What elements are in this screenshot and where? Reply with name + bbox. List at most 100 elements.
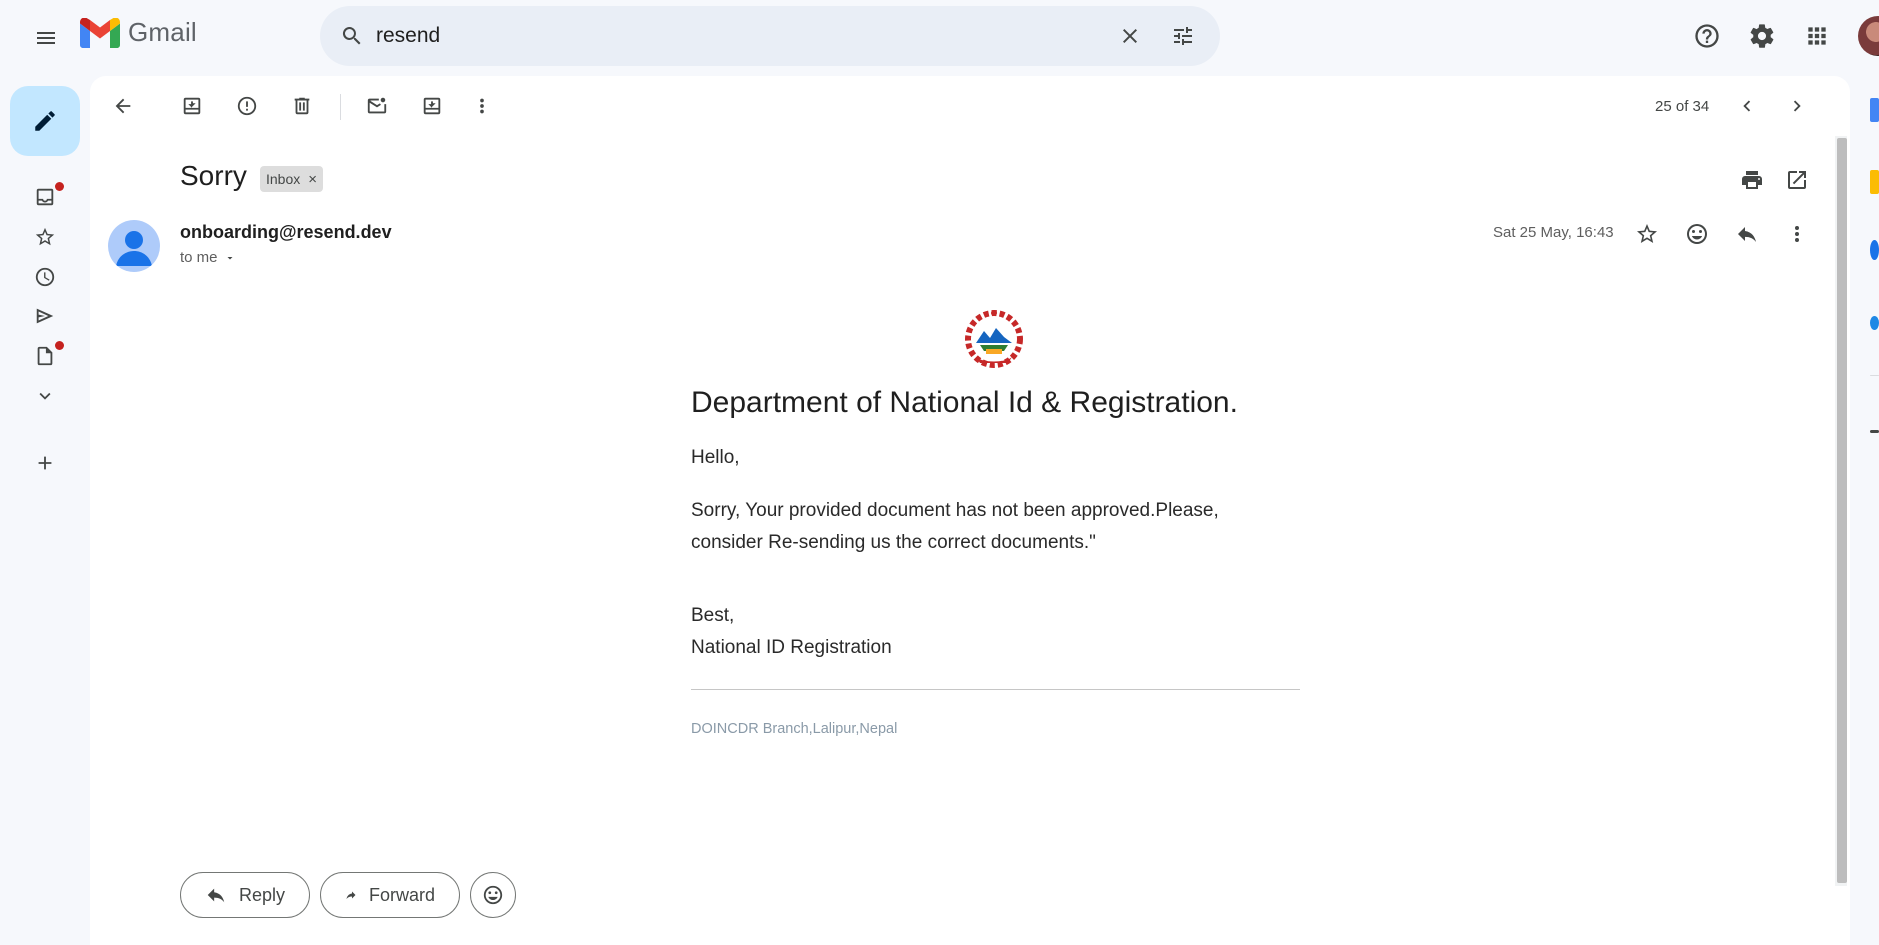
compose-pencil-icon xyxy=(35,111,55,131)
mark-unread-button[interactable] xyxy=(357,86,397,126)
next-icon xyxy=(1793,100,1801,112)
clock-icon xyxy=(35,267,55,287)
message-line-2: consider Re-sending us the correct docum… xyxy=(691,532,1096,553)
remove-label-button[interactable]: × xyxy=(308,171,317,188)
apps-icon xyxy=(1808,27,1826,45)
add-reaction-button[interactable] xyxy=(1677,214,1717,254)
more-message-options-button[interactable] xyxy=(1777,214,1817,254)
print-icon xyxy=(1742,171,1762,189)
nepal-emblem-image xyxy=(965,310,1023,368)
body-divider xyxy=(691,689,1300,690)
nav-more[interactable] xyxy=(28,379,62,413)
back-arrow-icon xyxy=(115,98,131,114)
main-menu-button[interactable] xyxy=(24,16,68,60)
label-text: Inbox xyxy=(266,171,301,187)
menu-icon xyxy=(37,32,55,44)
reply-label: Reply xyxy=(238,884,285,905)
star-icon xyxy=(1637,224,1657,243)
recipient-text: to me xyxy=(180,249,218,266)
help-button[interactable] xyxy=(1687,16,1727,56)
compose-button[interactable] xyxy=(10,86,80,156)
greeting-text: Hello, xyxy=(691,447,740,468)
star-button[interactable] xyxy=(1627,214,1667,254)
recipient-details[interactable]: to me xyxy=(180,249,236,266)
sender-avatar[interactable] xyxy=(108,220,160,272)
account-avatar[interactable] xyxy=(1858,16,1879,56)
side-panel-tasks-icon[interactable] xyxy=(1870,240,1879,260)
signoff-text: Best, xyxy=(691,605,735,626)
inbox-label-chip[interactable]: Inbox × xyxy=(260,166,324,192)
older-email-button[interactable] xyxy=(1777,86,1817,126)
sender-email[interactable]: onboarding@resend.dev xyxy=(180,222,392,243)
reply-icon-button[interactable] xyxy=(1727,214,1767,254)
search-options-button[interactable] xyxy=(1163,16,1203,56)
delete-icon xyxy=(294,97,310,115)
back-button[interactable] xyxy=(103,86,143,126)
pagination-count: 25 of 34 xyxy=(1655,98,1710,115)
side-panel-contacts-icon[interactable] xyxy=(1870,316,1879,330)
forward-icon xyxy=(346,891,356,899)
forward-button[interactable]: Forward xyxy=(320,872,460,918)
plus-icon xyxy=(38,456,52,470)
settings-button[interactable] xyxy=(1742,16,1782,56)
search-input[interactable] xyxy=(376,18,1096,54)
email-subject: Sorry xyxy=(180,160,247,191)
message-line-1: Sorry, Your provided document has not be… xyxy=(691,500,1219,521)
delete-button[interactable] xyxy=(282,86,322,126)
caret-down-icon xyxy=(227,256,233,259)
gmail-logo-icon xyxy=(80,17,120,48)
footer-address: DOINCDR Branch,Lalipur,Nepal xyxy=(691,721,898,737)
report-spam-icon xyxy=(237,96,257,116)
app-name: Gmail xyxy=(128,17,197,47)
search-options-icon xyxy=(1174,27,1192,45)
more-vert-icon xyxy=(480,98,484,114)
reply-button[interactable]: Reply xyxy=(180,872,310,918)
chevron-down-icon xyxy=(39,392,51,400)
clear-icon xyxy=(1123,29,1137,43)
toolbar-divider xyxy=(340,94,341,120)
newer-email-button[interactable] xyxy=(1727,86,1767,126)
move-to-icon xyxy=(423,97,441,115)
google-apps-button[interactable] xyxy=(1797,16,1837,56)
nav-snoozed[interactable] xyxy=(28,260,62,294)
side-panel-calendar-icon[interactable] xyxy=(1870,98,1879,122)
open-new-window-icon xyxy=(1788,171,1806,189)
reply-icon xyxy=(1738,227,1756,242)
side-panel-keep-icon[interactable] xyxy=(1870,170,1879,194)
side-panel-add-icon[interactable] xyxy=(1870,430,1879,433)
mark-unread-icon xyxy=(367,97,387,114)
open-in-new-window-button[interactable] xyxy=(1777,160,1817,200)
send-icon xyxy=(36,308,54,324)
search-bar[interactable] xyxy=(320,6,1220,66)
inbox-icon xyxy=(36,188,54,206)
drafts-notification-dot xyxy=(55,341,64,350)
email-date: Sat 25 May, 16:43 xyxy=(1493,224,1614,241)
archive-button[interactable] xyxy=(172,86,212,126)
archive-icon xyxy=(183,97,201,115)
report-spam-button[interactable] xyxy=(227,86,267,126)
prev-icon xyxy=(1743,100,1751,112)
star-icon xyxy=(35,227,55,246)
signature-text: National ID Registration xyxy=(691,637,892,658)
department-heading: Department of National Id & Registration… xyxy=(691,386,1238,419)
print-button[interactable] xyxy=(1732,160,1772,200)
search-button[interactable] xyxy=(332,16,372,56)
move-to-button[interactable] xyxy=(412,86,452,126)
more-vert-icon xyxy=(1795,226,1799,242)
settings-icon xyxy=(1750,24,1774,48)
emoji-icon xyxy=(1687,224,1707,244)
more-actions-button[interactable] xyxy=(462,86,502,126)
draft-icon xyxy=(37,346,53,366)
scrollbar-thumb[interactable] xyxy=(1837,138,1847,883)
forward-label: Forward xyxy=(368,884,435,905)
emoji-icon xyxy=(483,885,503,905)
nav-starred[interactable] xyxy=(28,220,62,254)
emoji-reaction-button[interactable] xyxy=(470,872,516,918)
gmail-logo[interactable]: Gmail xyxy=(80,17,197,48)
nav-sent[interactable] xyxy=(28,299,62,333)
nav-create-label[interactable] xyxy=(28,446,62,480)
side-panel-divider xyxy=(1870,375,1879,376)
clear-search-button[interactable] xyxy=(1110,16,1150,56)
search-icon xyxy=(342,27,361,45)
person-icon xyxy=(116,231,152,266)
